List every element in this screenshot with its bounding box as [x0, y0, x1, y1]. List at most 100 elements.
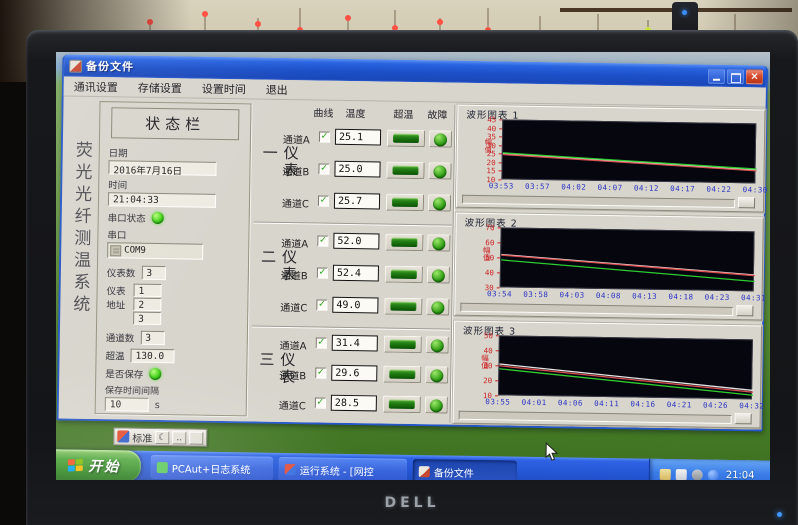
fault-indicator [427, 234, 450, 251]
waveform-chart-3: 波形图表 3 幅值 5040302010 03:5504:0104:0604:1… [453, 321, 763, 429]
channel-row: 通道B ✓ 52.4 [253, 261, 451, 286]
temperature-display: 29.6 [331, 365, 377, 382]
monitor: 备份文件 × 通讯设置 存储设置 设置时间 退出 荧光光纤测温系统 [26, 30, 798, 525]
channel-row: 通道B ✓ 29.6 [251, 361, 449, 386]
overtemp-label: 超温 [105, 348, 124, 362]
fault-indicator [428, 162, 451, 179]
close-button[interactable]: × [746, 69, 763, 84]
chart-scrollbar[interactable] [460, 303, 733, 316]
channel-label: 通道A [281, 235, 308, 250]
serial-status-label: 串口状态 [108, 210, 146, 225]
start-label: 开始 [88, 455, 120, 476]
overtemp-indicator [383, 396, 421, 414]
fault-indicator [427, 266, 450, 283]
taskbar-item-log-system[interactable]: PCAut+日志系统 [151, 455, 273, 480]
menu-item-set-time[interactable]: 设置时间 [196, 78, 258, 99]
channel-label: 通道C [279, 397, 306, 412]
backup-file-icon [419, 466, 430, 477]
channel-label: 通道C [280, 299, 307, 314]
fault-indicator [426, 336, 449, 353]
chart-scroll-thumb[interactable] [735, 413, 752, 424]
temperature-display: 31.4 [332, 335, 378, 352]
screen: 备份文件 × 通讯设置 存储设置 设置时间 退出 荧光光纤测温系统 [56, 52, 770, 480]
taskbar-item-backup-file[interactable]: 备份文件 [413, 459, 517, 480]
app-window: 备份文件 × 通讯设置 存储设置 设置时间 退出 荧光光纤测温系统 [57, 54, 769, 431]
curve-checkbox[interactable]: ✓ [315, 397, 326, 408]
ime-punct-icon[interactable]: .. [172, 431, 186, 444]
plot-area [501, 119, 756, 183]
tray-volume-icon[interactable] [708, 470, 719, 480]
menu-item-storage-settings[interactable]: 存储设置 [132, 77, 194, 98]
tray-display-icon[interactable] [676, 469, 687, 480]
date-label: 日期 [109, 145, 241, 161]
channel-label: 通道B [282, 163, 309, 178]
save-interval-unit: s [155, 399, 160, 410]
channel-row: 通道C ✓ 28.5 [251, 391, 449, 416]
time-label: 时间 [108, 177, 240, 193]
channel-label: 通道B [281, 267, 308, 282]
instrument-group-2: 仪表二 通道A ✓ 52.0 通道B ✓ [252, 223, 452, 326]
channel-label: 通道A [280, 337, 307, 352]
instrument-group-1: 仪表一 通道A ✓ 25.1 通道B ✓ [254, 120, 454, 223]
overtemp-indicator [387, 130, 425, 148]
save-enabled-label: 是否保存 [105, 366, 143, 381]
save-interval-field[interactable]: 10 [105, 397, 149, 412]
log-system-icon [157, 462, 168, 473]
chart-scroll-thumb[interactable] [736, 305, 753, 316]
chart-scrollbar[interactable] [462, 195, 735, 208]
monitor-power-led [777, 512, 782, 517]
time-value: 21:04:33 [108, 192, 216, 208]
fault-indicator [425, 366, 448, 383]
overtemp-indicator [384, 336, 422, 354]
instrument-addr-field-3[interactable]: 3 [133, 312, 161, 325]
curve-checkbox[interactable]: ✓ [318, 164, 329, 175]
menu-item-exit[interactable]: 退出 [260, 79, 300, 100]
temperature-display: 25.1 [335, 129, 381, 146]
channel-row: 通道C ✓ 49.0 [252, 293, 450, 318]
chart-scrollbar[interactable] [459, 411, 732, 424]
instrument-addr-field-1[interactable]: 1 [134, 284, 162, 297]
ime-icon[interactable] [117, 430, 129, 442]
curve-checkbox[interactable]: ✓ [319, 132, 330, 143]
curve-checkbox[interactable]: ✓ [318, 196, 329, 207]
instrument-count-field[interactable]: 3 [141, 266, 165, 280]
curve-checkbox[interactable]: ✓ [316, 337, 327, 348]
waveform-chart-1: 波形图表 1 幅值 4540353025201510 03:5303:5704:… [456, 105, 766, 213]
instruments-area: 曲线 温度 超温 故障 仪表一 通道A ✓ 25.1 [251, 100, 454, 424]
run-system-icon [285, 464, 296, 475]
maximize-button[interactable] [727, 68, 744, 83]
overtemp-field[interactable]: 130.0 [130, 349, 174, 364]
instrument-addr-label-line1: 仪表 [106, 283, 125, 297]
curve-checkbox[interactable]: ✓ [315, 367, 326, 378]
instrument-addr-field-2[interactable]: 2 [133, 298, 161, 311]
temperature-display: 52.4 [333, 265, 379, 282]
channel-label: 通道C [282, 195, 309, 210]
status-panel: 状态栏 日期 2016年7月16日 时间 21:04:33 串口状态 串口 [95, 101, 252, 416]
fault-indicator [428, 194, 451, 211]
ime-mode-label[interactable]: 标准 [132, 429, 152, 444]
channel-count-field[interactable]: 3 [140, 331, 164, 345]
header-overtemp: 超温 [393, 106, 413, 121]
minimize-button[interactable] [708, 68, 725, 83]
ime-fullwidth-icon[interactable]: ☾ [155, 430, 169, 443]
waveform-chart-2: 波形图表 2 幅值 7060504030 03:5403:5804:0304:0… [454, 213, 764, 321]
channel-row: 通道A ✓ 52.0 [253, 229, 451, 254]
temperature-display: 52.0 [333, 233, 379, 250]
curve-checkbox[interactable]: ✓ [317, 235, 328, 246]
menu-item-comm-settings[interactable]: 通讯设置 [68, 76, 130, 97]
tray-ime-icon[interactable] [660, 469, 671, 480]
language-bar: 标准 ☾ .. [113, 427, 207, 446]
tray-usb-icon[interactable] [692, 469, 703, 480]
ime-minimize-icon[interactable] [189, 431, 203, 444]
overtemp-indicator [385, 266, 423, 284]
curve-checkbox[interactable]: ✓ [317, 267, 328, 278]
taskbar-item-label: PCAut+日志系统 [172, 460, 251, 476]
curve-checkbox[interactable]: ✓ [316, 299, 327, 310]
channel-row: 通道B ✓ 25.0 [254, 157, 452, 182]
start-button[interactable]: 开始 [56, 449, 141, 480]
taskbar-item-run-system[interactable]: 运行系统 - [网控 [279, 457, 407, 480]
channel-row: 通道C ✓ 25.7 [254, 189, 452, 214]
chart-scroll-thumb[interactable] [738, 197, 755, 208]
mouse-cursor [545, 442, 558, 461]
serial-port-combo[interactable]: COM9 [107, 242, 203, 260]
